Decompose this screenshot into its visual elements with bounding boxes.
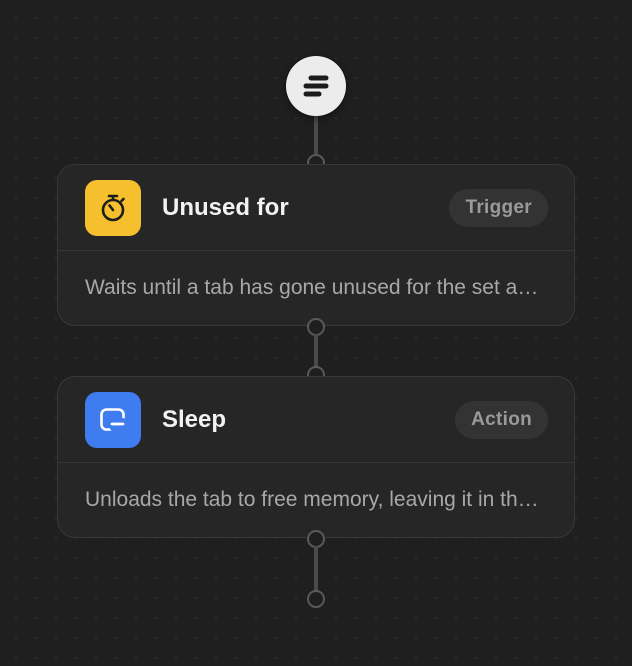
card-body: Waits until a tab has gone unused for th… [58,251,574,325]
card-title: Unused for [162,193,289,221]
card-title: Sleep [162,405,227,433]
workflow-start-node[interactable] [286,56,346,116]
connector-line [314,114,318,156]
action-card-sleep[interactable]: Sleep Action Unloads the tab to free mem… [57,376,575,538]
card-body: Unloads the tab to free memory, leaving … [58,463,574,537]
add-step-port[interactable] [307,590,325,608]
action-badge: Action [455,400,548,439]
connector-line [314,334,318,368]
card-header: Unused for Trigger [58,165,574,251]
tab-sleep-icon [85,391,141,448]
trigger-badge: Trigger [449,188,548,227]
stopwatch-icon [85,179,141,236]
trigger-card-unused-for[interactable]: Unused for Trigger Waits until a tab has… [57,164,575,326]
flow-start-icon [303,75,329,97]
card-description: Unloads the tab to free memory, leaving … [85,488,547,511]
card-header: Sleep Action [58,377,574,463]
workflow-canvas[interactable]: Unused for Trigger Waits until a tab has… [0,0,632,666]
card-description: Waits until a tab has gone unused for th… [85,276,547,299]
connector-line [314,546,318,592]
